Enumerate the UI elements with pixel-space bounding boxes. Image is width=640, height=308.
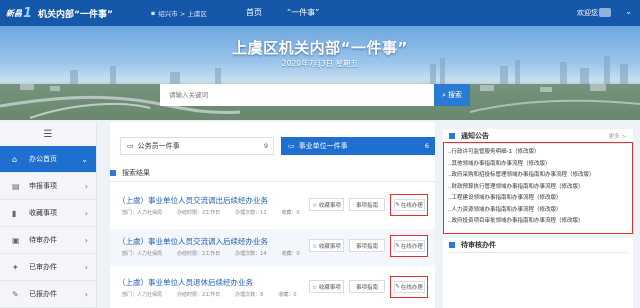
banner-title: 上虞区机关内部“一件事”	[232, 39, 408, 57]
result-meta: 部门：人力社保局 办结时限：2工作日 办理次数：14 收藏：0	[122, 251, 300, 257]
chevron-right-icon: ›	[84, 181, 88, 191]
sidebar-item-pending[interactable]: ▣ 待审办件 ›	[0, 227, 96, 254]
tab-count: 6	[424, 142, 429, 150]
notice-header: 通知公告 更多 >	[443, 129, 633, 143]
online-handle-label: 在线办理	[400, 203, 423, 209]
edit-icon: ✎	[395, 243, 400, 249]
search-icon: ⌕	[442, 90, 446, 99]
edit-icon: ✎	[395, 284, 400, 290]
search-bar: ⌕ 搜索	[160, 84, 470, 106]
guide-button[interactable]: 事项指南	[349, 280, 385, 293]
online-handle-button[interactable]: ✎ 在线办理	[390, 235, 428, 257]
list-item: （上虞）事业单位人员交流调出后续经办业务 部门：人力社保局 办结时限：2工作日 …	[110, 188, 435, 225]
top-bar: 新昌 1 机关内部“一件事” ▪ 绍兴市 > 上虞区 首页 “一件事” 欢迎您 ⌄	[0, 0, 640, 26]
banner-date: 2020年7月3日 星期五	[281, 59, 358, 68]
banner: 上虞区机关内部“一件事” 2020年7月3日 星期五 ⌕ 搜索	[0, 26, 640, 120]
sidebar: ☰ ⌂ 办公首页 ⌄ ▤ 申报事项 › ▮ 收藏事项 › ▣ 待审办件 › ✦ …	[0, 122, 97, 308]
region-selector[interactable]: ▪ 绍兴市 > 上虞区	[151, 8, 207, 18]
online-handle-button[interactable]: ✎ 在线办理	[390, 276, 428, 298]
section-marker-icon	[449, 133, 455, 139]
chevron-down-icon: ⌄	[81, 154, 88, 164]
collect-button[interactable]: ☆ 收藏事项	[309, 239, 344, 252]
reported-icon: ✎	[12, 289, 19, 299]
results-heading: 搜索结果	[110, 168, 150, 178]
chevron-right-icon: ›	[84, 208, 88, 218]
edit-icon: ✎	[395, 202, 400, 208]
collect-button[interactable]: ☆ 收藏事项	[309, 280, 344, 293]
guide-button[interactable]: 事项指南	[349, 239, 385, 252]
collect-button[interactable]: ☆ 收藏事项	[309, 198, 344, 211]
section-marker-icon	[110, 170, 116, 176]
sidebar-item-label: 申报事项	[29, 182, 57, 190]
result-title-link[interactable]: （上虞）事业单位人员交流调入后续经办业务	[118, 236, 268, 247]
online-handle-label: 在线办理	[400, 285, 423, 291]
nav-home[interactable]: 首页	[246, 7, 262, 18]
notice-highlight-box	[443, 142, 633, 234]
pending-icon: ▣	[12, 235, 20, 245]
sidebar-item-apply[interactable]: ▤ 申报事项 ›	[0, 173, 96, 200]
logo-mark: 新昌 1	[6, 5, 33, 21]
guide-button[interactable]: 事项指南	[349, 198, 385, 211]
nav-one-thing[interactable]: “一件事”	[287, 7, 319, 18]
notice-more-link[interactable]: 更多 >	[609, 132, 626, 140]
logo[interactable]: 新昌 1 机关内部“一件事”	[6, 6, 113, 21]
result-meta: 部门：人力社保局 办结时限：2工作日 办理次数：12 收藏：0	[122, 210, 300, 216]
list-item: （上虞）事业单位人员退休后续经办业务 部门：人力社保局 办结时限：2工作日 办理…	[110, 270, 435, 307]
todo-panel: 待审核办件	[443, 238, 633, 308]
chevron-right-icon: ›	[84, 262, 88, 272]
region-label: 绍兴市 > 上虞区	[158, 10, 207, 18]
welcome-text: 欢迎您	[577, 9, 598, 17]
chevron-right-icon: ›	[84, 235, 88, 245]
sidebar-item-label: 已审办件	[29, 263, 57, 271]
divider	[449, 252, 627, 253]
bookmark-icon: ▮	[12, 208, 17, 218]
sidebar-item-label: 已报办件	[29, 290, 57, 298]
sidebar-item-bookmarks[interactable]: ▮ 收藏事项 ›	[0, 200, 96, 227]
results-title: 搜索结果	[122, 169, 150, 177]
app-title: 机关内部“一件事”	[38, 9, 113, 20]
tab-civil-servant[interactable]: ▭ 公务员一件事 9	[120, 137, 274, 155]
home-icon: ⌂	[12, 154, 18, 164]
online-handle-button[interactable]: ✎ 在线办理	[390, 194, 428, 216]
section-marker-icon	[449, 242, 455, 248]
menu-toggle-icon[interactable]: ☰	[0, 122, 96, 146]
sidebar-item-approved[interactable]: ✦ 已审办件 ›	[0, 254, 96, 281]
list-item: （上虞）事业单位人员交流调入后续经办业务 部门：人力社保局 办结时限：2工作日 …	[110, 229, 435, 266]
chevron-right-icon: ›	[84, 289, 88, 299]
sidebar-item-label: 待审办件	[29, 236, 57, 244]
tab-public-institution[interactable]: ▭ 事业单位一件事 6	[281, 137, 435, 155]
approved-icon: ✦	[12, 262, 19, 272]
tab-label: 事业单位一件事	[298, 142, 348, 150]
sidebar-item-reported[interactable]: ✎ 已报办件 ›	[0, 281, 96, 308]
divider	[110, 181, 435, 182]
tab-count: 9	[263, 142, 268, 150]
category-tabs: ▭ 公务员一件事 9 ▭ 事业单位一件事 6	[120, 137, 435, 155]
chevron-down-icon[interactable]: ⌄	[625, 7, 632, 16]
sidebar-item-label: 收藏事项	[29, 209, 57, 217]
sidebar-item-label: 办公首页	[29, 155, 57, 163]
document-icon: ▭	[288, 142, 295, 150]
todo-title: 待审核办件	[461, 241, 496, 249]
notice-title: 通知公告	[461, 132, 489, 140]
online-handle-label: 在线办理	[400, 244, 423, 250]
todo-header: 待审核办件	[443, 238, 633, 252]
result-meta: 部门：人力社保局 办结时限：2工作日 办理次数：8 收藏：0	[122, 292, 297, 298]
sidebar-item-home[interactable]: ⌂ 办公首页 ⌄	[0, 146, 96, 173]
username-redacted[interactable]	[599, 8, 611, 17]
result-title-link[interactable]: （上虞）事业单位人员交流调出后续经办业务	[118, 195, 268, 206]
search-button[interactable]: ⌕ 搜索	[434, 84, 470, 106]
result-title-link[interactable]: （上虞）事业单位人员退休后续经办业务	[118, 277, 253, 288]
main-content: ▭ 公务员一件事 9 ▭ 事业单位一件事 6 搜索结果 （上虞）事业单位人员交流…	[110, 122, 435, 308]
search-input[interactable]	[160, 84, 434, 106]
search-button-label: 搜索	[447, 91, 462, 99]
apply-icon: ▤	[12, 181, 20, 191]
document-icon: ▭	[127, 142, 134, 150]
location-icon: ▪	[150, 9, 156, 17]
tab-label: 公务员一件事	[137, 142, 180, 150]
